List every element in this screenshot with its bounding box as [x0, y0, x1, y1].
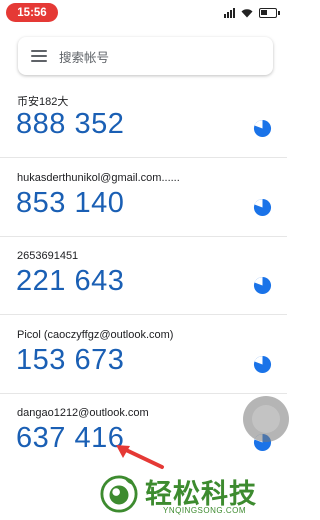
divider	[0, 314, 287, 315]
countdown-timer-icon	[253, 276, 272, 295]
divider	[0, 157, 287, 158]
watermark-logo-icon	[100, 475, 138, 513]
account-item[interactable]: hukasderthunikol@gmail.com...... 853 140	[0, 172, 287, 240]
otp-code[interactable]: 153 673	[16, 344, 124, 377]
menu-icon[interactable]	[31, 50, 47, 62]
divider	[0, 393, 287, 394]
account-name: 2653691451	[17, 250, 79, 262]
watermark-subtitle: YNQINGSONG.COM	[163, 506, 247, 515]
account-name: hukasderthunikol@gmail.com......	[17, 172, 180, 184]
signal-icon	[224, 8, 235, 18]
search-placeholder[interactable]: 搜索帐号	[59, 47, 109, 66]
account-name: Picol (caoczyffgz@outlook.com)	[17, 329, 174, 341]
account-item[interactable]: Picol (caoczyffgz@outlook.com) 153 673	[0, 329, 287, 397]
divider	[0, 236, 287, 237]
otp-code[interactable]: 888 352	[16, 108, 124, 141]
countdown-timer-icon	[253, 119, 272, 138]
status-time: 15:56	[6, 3, 58, 22]
otp-code[interactable]: 637 416	[16, 422, 124, 455]
countdown-timer-icon	[253, 355, 272, 374]
otp-code[interactable]: 853 140	[16, 187, 124, 220]
status-bar: 15:56	[0, 0, 287, 26]
wifi-icon	[241, 9, 253, 18]
assistive-touch-button[interactable]	[243, 396, 289, 442]
account-item[interactable]: 币安182大 888 352	[0, 93, 287, 161]
account-name: dangao1212@outlook.com	[17, 407, 149, 419]
account-name: 币安182大	[17, 96, 69, 108]
battery-icon	[259, 8, 280, 18]
otp-code[interactable]: 221 643	[16, 265, 124, 298]
countdown-timer-icon	[253, 198, 272, 217]
watermark: 轻松科技 YNQINGSONG.COM	[97, 472, 287, 520]
red-arrow-annotation	[116, 445, 164, 469]
search-bar[interactable]: 搜索帐号	[18, 37, 273, 75]
status-icons	[224, 7, 280, 19]
account-item[interactable]: 2653691451 221 643	[0, 250, 287, 318]
